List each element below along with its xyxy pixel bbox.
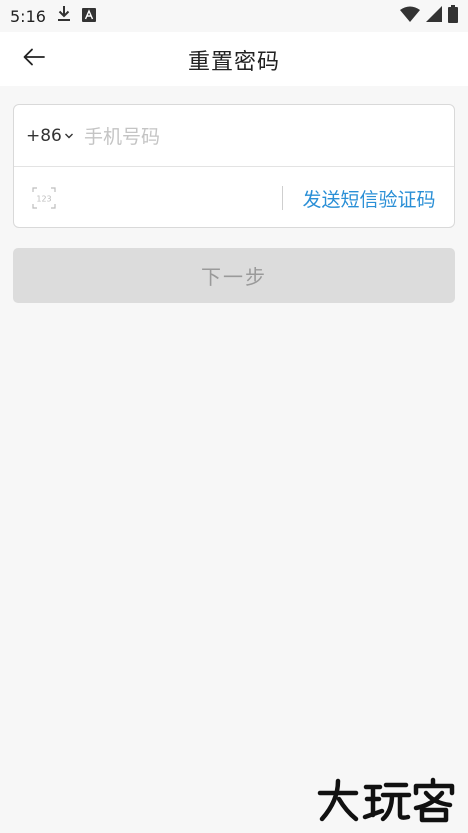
next-button[interactable]: 下一步: [13, 248, 455, 303]
phone-number-input[interactable]: [82, 117, 446, 157]
code-divider: [282, 186, 283, 210]
status-left: 5:16: [10, 5, 96, 27]
signal-icon: [426, 6, 442, 26]
status-bar: 5:16: [0, 0, 468, 32]
status-right: [400, 5, 458, 27]
code-row: 123 发送短信验证码: [14, 167, 454, 227]
chevron-down-icon: [64, 132, 74, 140]
keypad-123-icon: 123: [32, 187, 56, 209]
battery-icon: [448, 5, 458, 27]
sms-code-input[interactable]: [70, 179, 284, 219]
reset-form: +86 123 发送短信验证码: [13, 104, 455, 228]
country-code-label: +86: [26, 126, 62, 146]
wifi-icon: [400, 6, 420, 26]
dawanke-logo-icon: [316, 777, 458, 823]
page-title: 重置密码: [187, 50, 280, 75]
send-sms-code-button[interactable]: 发送短信验证码: [294, 167, 444, 227]
phone-row: +86: [14, 105, 454, 167]
app-a-icon: [81, 7, 96, 26]
app-header: 重置密码: [0, 32, 468, 86]
download-icon: [56, 5, 72, 27]
country-code-selector[interactable]: +86: [26, 105, 74, 167]
keypad-123-text: 123: [36, 195, 51, 204]
status-time: 5:16: [10, 6, 46, 26]
